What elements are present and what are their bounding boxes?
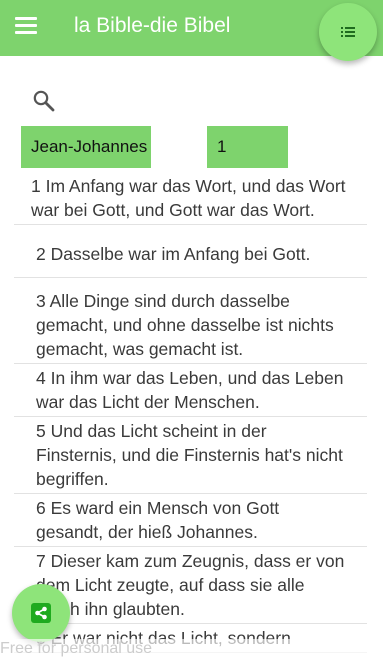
share-fab-button[interactable] xyxy=(12,584,70,642)
search-icon[interactable] xyxy=(32,89,56,113)
verse-item[interactable]: 3 Alle Dinge sind durch dasselbe gemacht… xyxy=(14,278,367,364)
share-icon xyxy=(31,603,51,623)
chapter-input[interactable] xyxy=(207,126,288,168)
verse-list: 1 Im Anfang war das Wort, und das Wort w… xyxy=(14,172,367,653)
app-title: la Bible-die Bibel xyxy=(74,14,231,37)
verse-item[interactable]: 4 In ihm war das Leben, und das Leben wa… xyxy=(14,364,367,417)
verse-item[interactable]: 1 Im Anfang war das Wort, und das Wort w… xyxy=(14,172,367,225)
book-input[interactable] xyxy=(21,126,151,168)
hamburger-menu-icon[interactable] xyxy=(15,16,37,36)
verse-item[interactable]: 6 Es ward ein Mensch von Gott gesandt, d… xyxy=(14,494,367,547)
verse-item[interactable]: 2 Dasselbe war im Anfang bei Gott. xyxy=(14,225,367,278)
verse-item[interactable]: 5 Und das Licht scheint in der Finsterni… xyxy=(14,417,367,494)
verse-item[interactable]: 8 Er war nicht das Licht, sondern xyxy=(14,624,367,653)
list-fab-button[interactable] xyxy=(319,3,377,61)
list-icon xyxy=(341,27,355,37)
